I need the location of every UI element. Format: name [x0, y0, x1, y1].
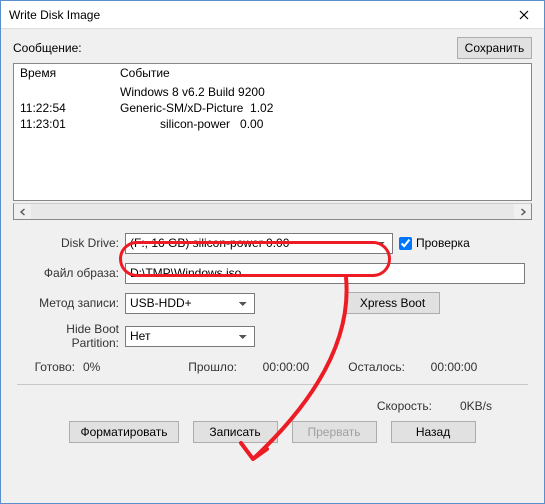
log-listbox[interactable]: Время Событие Windows 8 v6.2 Build 92001…: [13, 63, 532, 201]
hide-boot-select[interactable]: Нет: [125, 326, 255, 347]
window-title: Write Disk Image: [9, 8, 504, 22]
form-area: Disk Drive: (F:, 16 GB) silicon-power 0.…: [13, 230, 532, 445]
speed-value: 0KB/s: [460, 399, 520, 413]
log-row[interactable]: 11:23:01 silicon-power 0.00: [20, 116, 525, 132]
horizontal-scrollbar[interactable]: [13, 203, 532, 220]
save-button[interactable]: Сохранить: [457, 37, 532, 59]
verify-label[interactable]: Проверка: [416, 236, 470, 250]
speed-row: Скорость: 0KB/s: [17, 393, 528, 419]
log-row[interactable]: Windows 8 v6.2 Build 9200: [20, 84, 525, 100]
abort-button[interactable]: Прервать: [292, 421, 377, 443]
xpress-boot-button[interactable]: Xpress Boot: [345, 292, 440, 314]
ready-label: Готово:: [21, 360, 79, 374]
log-event: Generic-SM/xD-Picture 1.02: [120, 100, 273, 116]
hide-boot-label: Hide Boot Partition:: [17, 322, 125, 350]
window: Write Disk Image Сообщение: Сохранить Вр…: [0, 0, 545, 504]
log-event: Windows 8 v6.2 Build 9200: [120, 84, 265, 100]
write-button[interactable]: Записать: [193, 421, 278, 443]
scroll-track[interactable]: [31, 204, 514, 219]
log-body: Windows 8 v6.2 Build 920011:22:54Generic…: [14, 84, 531, 132]
disk-drive-select[interactable]: (F:, 16 GB) silicon-power 0.00: [125, 233, 393, 254]
titlebar: Write Disk Image: [1, 1, 544, 29]
remain-value: 00:00:00: [409, 360, 499, 374]
col-time-header: Время: [20, 66, 120, 80]
disk-drive-label: Disk Drive:: [17, 236, 125, 250]
status-row: Готово: 0% Прошло: 00:00:00 Осталось: 00…: [17, 358, 528, 380]
write-method-select[interactable]: USB-HDD+: [125, 293, 255, 314]
scroll-left-arrow-icon[interactable]: [14, 204, 31, 219]
back-button[interactable]: Назад: [391, 421, 476, 443]
log-time: 11:22:54: [20, 100, 120, 116]
separator: [17, 384, 528, 385]
button-bar: Форматировать Записать Прервать Назад: [17, 419, 528, 443]
log-time: [20, 84, 120, 100]
log-row[interactable]: 11:22:54Generic-SM/xD-Picture 1.02: [20, 100, 525, 116]
log-event: silicon-power 0.00: [120, 116, 263, 132]
verify-checkbox[interactable]: [399, 237, 412, 250]
close-icon: [519, 10, 529, 20]
image-file-label: Файл образа:: [17, 266, 125, 280]
message-label: Сообщение:: [13, 41, 82, 55]
speed-label: Скорость:: [377, 399, 432, 413]
content-area: Сообщение: Сохранить Время Событие Windo…: [1, 29, 544, 503]
write-method-label: Метод записи:: [17, 296, 125, 310]
close-button[interactable]: [504, 1, 544, 29]
elapsed-label: Прошло:: [177, 360, 237, 374]
format-button[interactable]: Форматировать: [69, 421, 178, 443]
col-event-header: Событие: [120, 66, 170, 80]
log-header: Время Событие: [14, 64, 531, 84]
log-time: 11:23:01: [20, 116, 120, 132]
elapsed-value: 00:00:00: [241, 360, 331, 374]
ready-value: 0%: [83, 360, 173, 374]
scroll-right-arrow-icon[interactable]: [514, 204, 531, 219]
image-file-input[interactable]: [125, 263, 525, 284]
remain-label: Осталось:: [335, 360, 405, 374]
